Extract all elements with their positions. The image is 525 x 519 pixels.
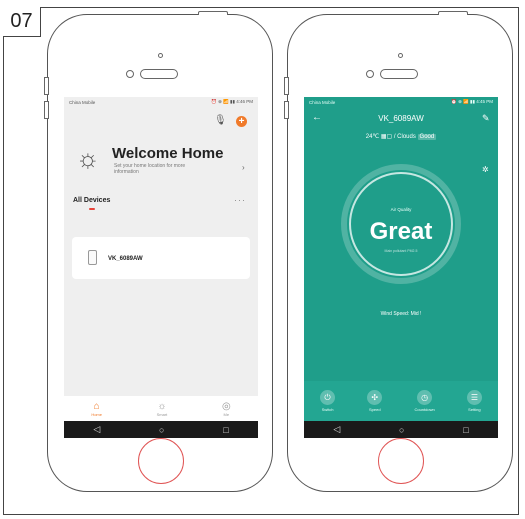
speaker-grille [380, 69, 418, 79]
speaker-grille [140, 69, 178, 79]
aq-subtitle: Main pollutant PM2.5 [384, 249, 418, 253]
power-button [198, 11, 228, 15]
control-bar: ⏻ Switch ✣ Speed ◷ Countdown ☰ Setting [304, 381, 498, 421]
section-title: All Devices [73, 197, 111, 204]
device-name: VK_6089AW [108, 256, 143, 262]
mic-icon[interactable]: 🎙 [214, 115, 227, 126]
more-icon[interactable]: ··· [234, 195, 246, 205]
weather-line: 24℃ ▦▢ / Clouds Good [304, 133, 498, 140]
smart-icon: ☼ [157, 400, 167, 412]
weather-text: 24℃ ▦▢ / Clouds [365, 134, 416, 140]
status-icons: ⏰ ⊕ 📶 ▮▮ 4:45 PM [451, 99, 493, 104]
volume-button [284, 101, 289, 119]
nav-back-icon[interactable]: ◁ [333, 424, 340, 435]
settings-icon: ☰ [466, 390, 482, 405]
system-nav-bar: ◁ ○ □ [64, 421, 258, 438]
nav-recent-icon[interactable]: □ [223, 425, 228, 435]
device-title: VK_6089AW [378, 114, 424, 123]
tab-smart[interactable]: ☼ Smart [157, 401, 168, 417]
control-label: Countdown [414, 407, 435, 412]
tab-label: Smart [156, 411, 168, 417]
step-number: 07 [3, 7, 41, 37]
nav-back-icon[interactable]: ◁ [93, 424, 100, 435]
bottom-tab-bar: ⌂ Home ☼ Smart ◎ Me [64, 396, 258, 421]
front-sensor [398, 53, 403, 58]
welcome-title: Welcome Home [112, 145, 224, 162]
camera-icon [126, 70, 134, 78]
status-bar: China Mobile ⏰ ⊕ 📶 ▮▮ 4:45 PM [304, 97, 498, 107]
edit-icon[interactable]: ✎ [482, 113, 490, 124]
nav-recent-icon[interactable]: □ [463, 425, 468, 435]
screen-device: China Mobile ⏰ ⊕ 📶 ▮▮ 4:45 PM ← VK_6089A… [304, 97, 498, 438]
control-label: Setting [468, 407, 481, 412]
status-bar: China Mobile ⏰ ⊕ 📶 ▮▮ 4:46 PM [64, 97, 258, 107]
status-icons: ⏰ ⊕ 📶 ▮▮ 4:46 PM [211, 99, 253, 104]
volume-button [284, 77, 289, 95]
tab-label: Home [91, 411, 102, 417]
control-label: Speed [368, 407, 381, 412]
switch-control[interactable]: ⏻ Switch [320, 390, 336, 412]
sparkle-icon: ✲ [482, 165, 489, 174]
front-sensor [158, 53, 163, 58]
tab-label: Me [223, 411, 230, 417]
camera-icon [366, 70, 374, 78]
welcome-subtitle: Set your home location for more informat… [114, 163, 186, 175]
wind-speed: Wind Speed: Mid ! [380, 311, 422, 317]
phone-right: China Mobile ⏰ ⊕ 📶 ▮▮ 4:45 PM ← VK_6089A… [284, 11, 513, 492]
fan-icon: ✣ [367, 390, 383, 405]
volume-button [44, 77, 49, 95]
aq-label: Air Quality [390, 207, 412, 212]
nav-home-icon[interactable]: ○ [159, 425, 164, 435]
carrier-text: China Mobile [309, 99, 336, 105]
speed-control[interactable]: ✣ Speed [367, 390, 383, 412]
control-label: Switch [321, 407, 334, 412]
carrier-text: China Mobile [69, 99, 96, 105]
system-nav-bar: ◁ ○ □ [304, 421, 498, 438]
countdown-control[interactable]: ◷ Countdown [414, 390, 435, 412]
home-icon: ⌂ [93, 400, 100, 412]
tab-home[interactable]: ⌂ Home [91, 401, 102, 417]
air-badge: Good [417, 134, 437, 140]
timer-icon: ◷ [417, 390, 433, 405]
volume-button [44, 101, 49, 119]
me-icon: ◎ [221, 400, 231, 412]
setting-control[interactable]: ☰ Setting [466, 390, 482, 412]
weather-sun-icon: ☼ [76, 143, 100, 173]
chevron-right-icon[interactable]: › [242, 163, 245, 172]
device-icon [88, 250, 97, 265]
phone-left: China Mobile ⏰ ⊕ 📶 ▮▮ 4:46 PM 🎙 + ☼ Welc… [44, 11, 273, 492]
device-card[interactable]: VK_6089AW [72, 237, 250, 279]
tab-me[interactable]: ◎ Me [222, 401, 231, 417]
nav-home-icon[interactable]: ○ [399, 425, 404, 435]
power-icon: ⏻ [320, 390, 336, 405]
aq-value: Great [369, 218, 433, 245]
section-underline [89, 208, 95, 210]
home-button[interactable] [378, 438, 424, 484]
screen-home: China Mobile ⏰ ⊕ 📶 ▮▮ 4:46 PM 🎙 + ☼ Welc… [64, 97, 258, 438]
home-button[interactable] [138, 438, 184, 484]
power-button [438, 11, 468, 15]
add-device-icon[interactable]: + [236, 116, 247, 127]
